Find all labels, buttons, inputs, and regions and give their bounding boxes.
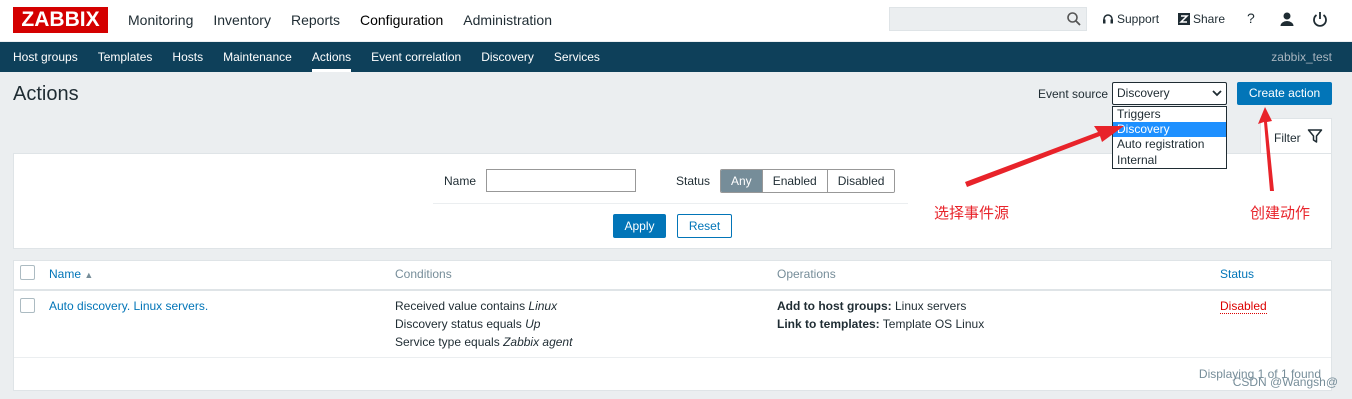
arrow-to-dropdown-icon bbox=[965, 126, 1124, 187]
annotation-select-event-source: 选择事件源 bbox=[934, 204, 1010, 222]
arrow-to-create-icon bbox=[1258, 107, 1274, 191]
annotation-arrows bbox=[965, 107, 1274, 191]
annotation-create-action: 创建动作 bbox=[1250, 204, 1311, 222]
